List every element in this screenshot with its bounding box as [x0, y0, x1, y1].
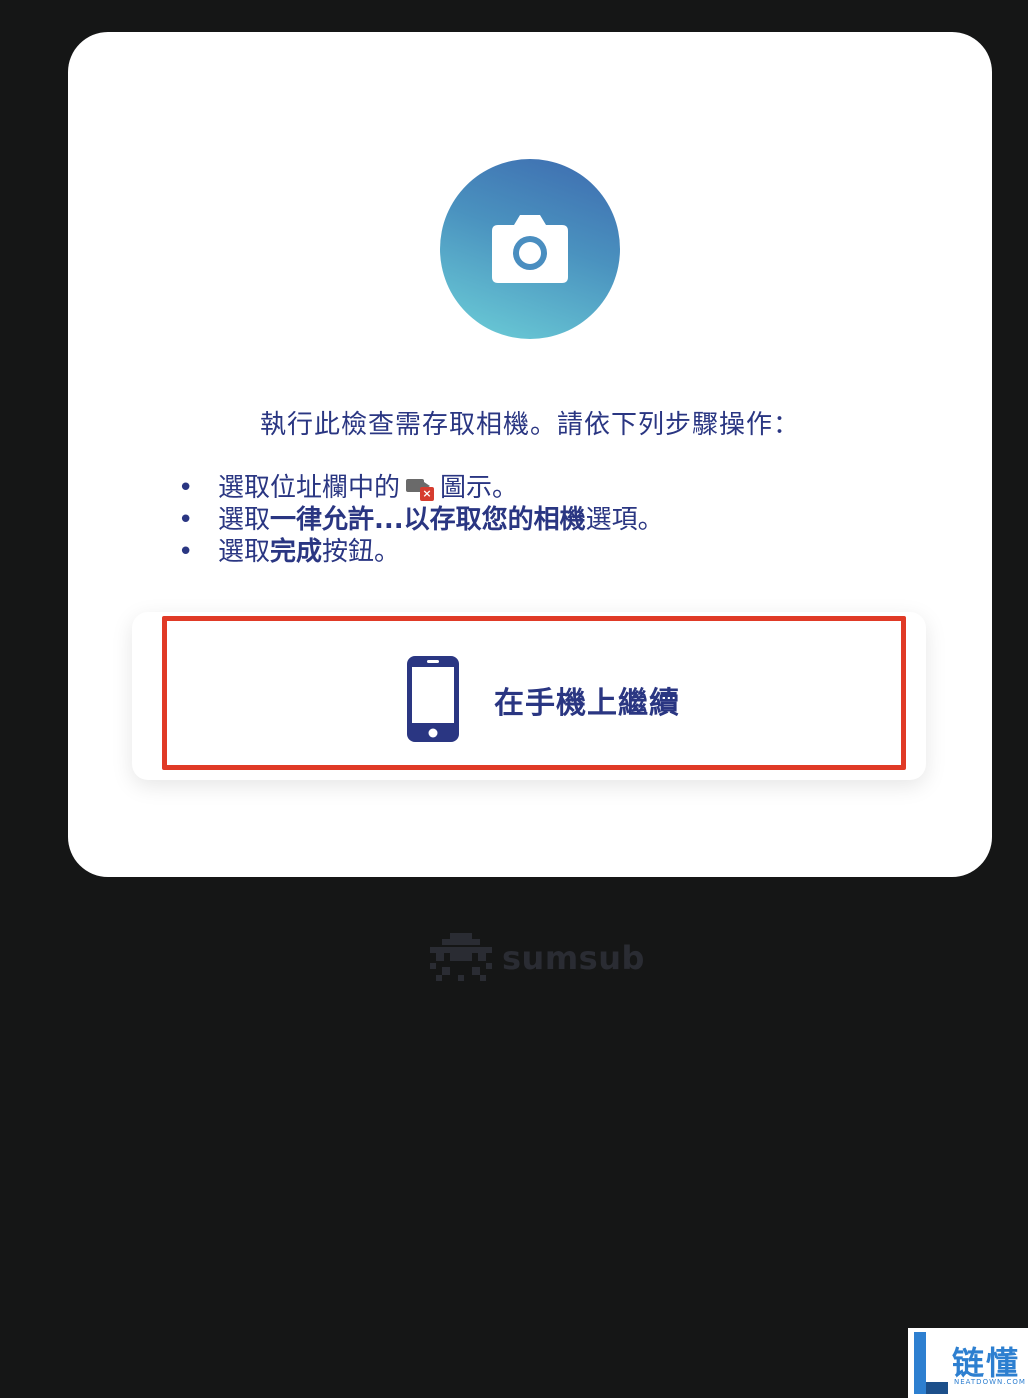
bullet: •	[178, 473, 194, 503]
camera-icon	[492, 215, 568, 283]
brand-footer: sumsub	[428, 933, 645, 983]
step-item-1: • 選取位址欄中的 × 圖示。	[178, 472, 664, 504]
step-text: 選項。	[585, 505, 664, 535]
step-text: 選取	[218, 537, 271, 567]
bullet: •	[178, 505, 194, 535]
step-text: 選取	[218, 505, 271, 535]
watermark-subtext: NEATDOWN.COM	[954, 1378, 1026, 1386]
watermark: 链懂 NEATDOWN.COM	[908, 1328, 1028, 1398]
smartphone-icon	[407, 656, 459, 742]
step-text: 按鈕。	[322, 537, 401, 567]
bullet: •	[178, 537, 194, 567]
continue-on-phone-button[interactable]: 在手機上繼續	[132, 612, 926, 780]
steps-list: • 選取位址欄中的 × 圖示。 • 選取一律允許...以存取您的相機選項。 • 選取…	[178, 472, 664, 568]
sumsub-logo-icon	[430, 933, 492, 981]
step-item-2: • 選取一律允許...以存取您的相機選項。	[178, 504, 664, 536]
continue-label: 在手機上繼續	[494, 686, 680, 721]
brand-name: sumsub	[502, 939, 645, 977]
permission-card: 執行此檢查需存取相機。請依下列步驟操作： • 選取位址欄中的 × 圖示。 • 選取一…	[68, 32, 992, 877]
step-emphasis: 一律允許...以存取您的相機	[270, 505, 586, 535]
instruction-text: 執行此檢查需存取相機。請依下列步驟操作：	[259, 410, 800, 440]
step-emphasis: 完成	[270, 537, 323, 567]
camera-badge	[440, 159, 620, 339]
step-text: 圖示。	[440, 473, 519, 503]
watermark-logo-icon	[914, 1332, 948, 1394]
step-text: 選取位址欄中的	[218, 473, 401, 503]
step-item-3: • 選取完成按鈕。	[178, 536, 664, 568]
camera-blocked-icon: ×	[406, 475, 435, 501]
